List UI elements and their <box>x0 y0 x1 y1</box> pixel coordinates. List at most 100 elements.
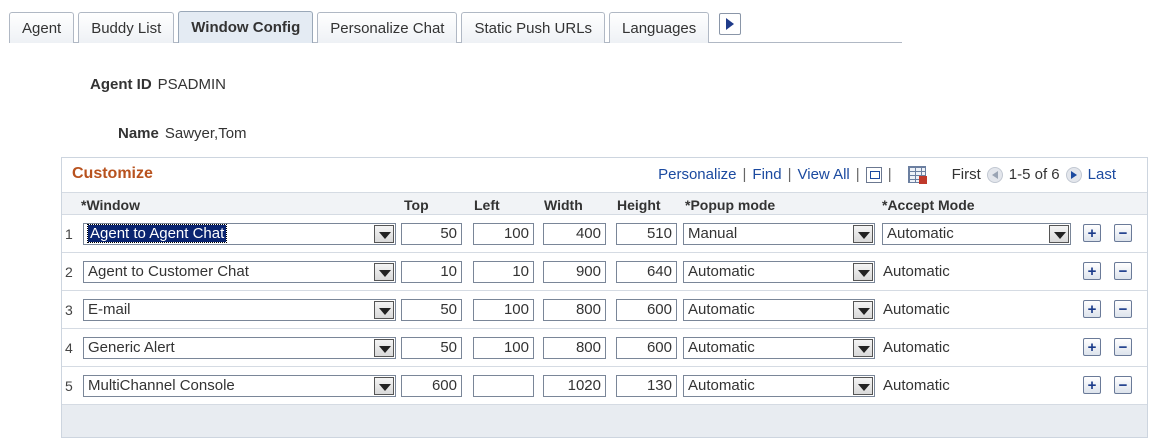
left-input[interactable]: 100 <box>473 337 534 359</box>
customize-grid: Customize Personalize | Find | View All … <box>61 157 1148 438</box>
agent-name-value: Sawyer,Tom <box>164 125 247 142</box>
personalize-link[interactable]: Personalize <box>658 166 736 183</box>
chevron-down-icon[interactable] <box>374 225 394 243</box>
col-width[interactable]: Width <box>544 197 583 213</box>
chevron-down-icon[interactable] <box>1049 225 1069 243</box>
delete-row-button[interactable]: − <box>1114 338 1132 356</box>
popup-mode-select[interactable]: Manual <box>683 223 875 245</box>
chevron-down-icon[interactable] <box>374 377 394 395</box>
chevron-down-icon[interactable] <box>853 339 873 357</box>
chevron-down-icon[interactable] <box>853 225 873 243</box>
col-accept-mode[interactable]: *Accept Mode <box>882 197 975 213</box>
table-row: 2 Agent to Customer Chat 10 10 900 640 Automat… <box>62 253 1147 291</box>
col-height[interactable]: Height <box>617 197 661 213</box>
chevron-down-icon[interactable] <box>374 263 394 281</box>
accept-mode-value: Automatic <box>883 263 950 280</box>
table-row: 3 E-mail 50 100 800 600 Automatic Automatic + − <box>62 291 1147 329</box>
add-row-button[interactable]: + <box>1083 338 1101 356</box>
left-input[interactable]: 100 <box>473 299 534 321</box>
agent-id-value: PSADMIN <box>157 76 227 93</box>
tab-buddy-list[interactable]: Buddy List <box>78 12 175 43</box>
height-input[interactable]: 640 <box>616 261 677 283</box>
previous-row-icon[interactable] <box>986 166 1003 183</box>
window-select[interactable]: Agent to Agent Chat <box>83 223 396 245</box>
height-input[interactable]: 600 <box>616 299 677 321</box>
agent-name-label: Name <box>118 125 159 142</box>
find-link[interactable]: Find <box>752 166 781 183</box>
window-select[interactable]: Generic Alert <box>83 337 396 359</box>
next-row-icon[interactable] <box>1065 166 1082 183</box>
delete-row-button[interactable]: − <box>1114 300 1132 318</box>
top-input[interactable]: 50 <box>401 299 462 321</box>
table-row: 1 Agent to Agent Chat 50 100 400 510 Manual Aut… <box>62 215 1147 253</box>
new-window-icon[interactable] <box>865 166 882 183</box>
grid-header: Customize Personalize | Find | View All … <box>62 158 1147 192</box>
view-all-link[interactable]: View All <box>798 166 850 183</box>
next-tab-arrow-icon[interactable] <box>719 13 742 35</box>
left-input[interactable]: 10 <box>473 261 534 283</box>
left-input[interactable] <box>473 375 534 397</box>
col-left[interactable]: Left <box>474 197 500 213</box>
row-number: 1 <box>65 226 73 242</box>
tab-agent[interactable]: Agent <box>9 12 75 43</box>
grid-title: Customize <box>72 165 153 182</box>
accept-mode-value: Automatic <box>883 377 950 394</box>
width-input[interactable]: 1020 <box>543 375 606 397</box>
delete-row-button[interactable]: − <box>1114 376 1132 394</box>
popup-mode-select[interactable]: Automatic <box>683 261 875 283</box>
chevron-down-icon[interactable] <box>853 377 873 395</box>
separator: | <box>787 166 792 183</box>
download-spreadsheet-icon[interactable] <box>907 166 927 184</box>
width-input[interactable]: 900 <box>543 261 606 283</box>
grid-navigation: Personalize | Find | View All | | First … <box>658 166 1116 184</box>
agent-name-field: Name Sawyer,Tom <box>118 125 247 142</box>
tab-personalize-chat[interactable]: Personalize Chat <box>317 12 458 43</box>
window-select[interactable]: Agent to Customer Chat <box>83 261 396 283</box>
accept-mode-select[interactable]: Automatic <box>882 223 1071 245</box>
col-top[interactable]: Top <box>404 197 429 213</box>
add-row-button[interactable]: + <box>1083 224 1101 242</box>
column-headers: *Window Top Left Width Height *Popup mod… <box>62 192 1147 215</box>
add-row-button[interactable]: + <box>1083 262 1101 280</box>
col-popup-mode[interactable]: *Popup mode <box>685 197 775 213</box>
top-input[interactable]: 50 <box>401 337 462 359</box>
table-row: 4 Generic Alert 50 100 800 600 Automatic Automa… <box>62 329 1147 367</box>
last-link[interactable]: Last <box>1088 166 1116 183</box>
window-select[interactable]: MultiChannel Console <box>83 375 396 397</box>
separator: | <box>887 166 892 183</box>
height-input[interactable]: 130 <box>616 375 677 397</box>
popup-mode-select[interactable]: Automatic <box>683 375 875 397</box>
width-input[interactable]: 400 <box>543 223 606 245</box>
top-input[interactable]: 600 <box>401 375 462 397</box>
chevron-down-icon[interactable] <box>853 263 873 281</box>
add-row-button[interactable]: + <box>1083 300 1101 318</box>
tab-window-config[interactable]: Window Config <box>178 11 314 43</box>
delete-row-button[interactable]: − <box>1114 224 1132 242</box>
height-input[interactable]: 510 <box>616 223 677 245</box>
accept-mode-value: Automatic <box>883 301 950 318</box>
delete-row-button[interactable]: − <box>1114 262 1132 280</box>
col-window[interactable]: *Window <box>81 197 140 213</box>
left-input[interactable]: 100 <box>473 223 534 245</box>
row-number: 3 <box>65 302 73 318</box>
add-row-button[interactable]: + <box>1083 376 1101 394</box>
tab-static-push-urls[interactable]: Static Push URLs <box>461 12 606 43</box>
height-input[interactable]: 600 <box>616 337 677 359</box>
top-input[interactable]: 50 <box>401 223 462 245</box>
tab-languages[interactable]: Languages <box>609 12 710 43</box>
width-input[interactable]: 800 <box>543 299 606 321</box>
width-input[interactable]: 800 <box>543 337 606 359</box>
separator: | <box>855 166 860 183</box>
popup-mode-select[interactable]: Automatic <box>683 299 875 321</box>
separator: | <box>742 166 747 183</box>
chevron-down-icon[interactable] <box>853 301 873 319</box>
window-select[interactable]: E-mail <box>83 299 396 321</box>
tab-bar: Agent Buddy List Window Config Personali… <box>9 11 742 43</box>
row-range: 1-5 of 6 <box>1008 166 1060 183</box>
chevron-down-icon[interactable] <box>374 339 394 357</box>
chevron-down-icon[interactable] <box>374 301 394 319</box>
table-row: 5 MultiChannel Console 600 1020 130 Automatic… <box>62 367 1147 405</box>
popup-mode-select[interactable]: Automatic <box>683 337 875 359</box>
top-input[interactable]: 10 <box>401 261 462 283</box>
accept-mode-value: Automatic <box>883 339 950 356</box>
